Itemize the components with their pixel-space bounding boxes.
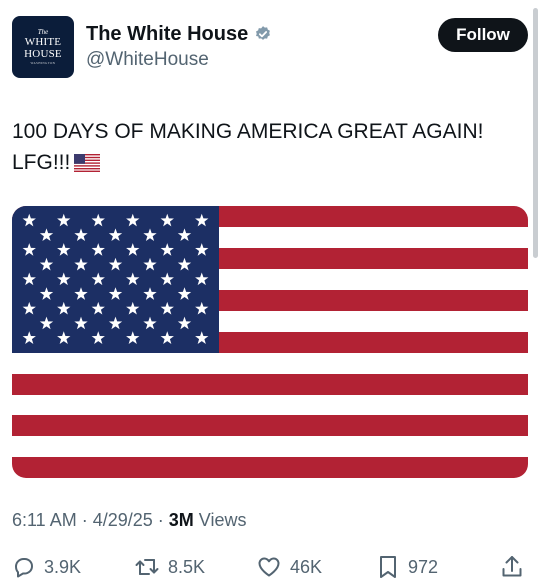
like-button[interactable]: 46K <box>256 552 322 582</box>
heart-icon <box>258 557 280 577</box>
tweet-text-line1: 100 DAYS OF MAKING AMERICA GREAT AGAIN! <box>12 120 484 143</box>
tweet-header: The WHITE HOUSE WASHINGTON The White Hou… <box>12 16 528 78</box>
verified-badge-icon <box>254 25 272 43</box>
us-flag-emoji-icon <box>74 150 101 181</box>
repost-icon <box>135 559 159 575</box>
tweet-text-line2-text: LFG!!! <box>12 151 71 174</box>
repost-button[interactable]: 8.5K <box>134 552 205 582</box>
like-count: 46K <box>290 556 323 577</box>
avatar-text-line4: WASHINGTON <box>30 61 56 65</box>
avatar-text-line3: HOUSE <box>24 48 62 60</box>
action-bar: 3.9K 8.5K 46K 972 <box>12 552 528 582</box>
american-flag-image <box>12 206 528 478</box>
display-name[interactable]: The White House <box>86 22 248 46</box>
reply-button[interactable]: 3.9K <box>12 552 81 582</box>
share-icon <box>502 556 522 577</box>
share-button[interactable] <box>500 552 532 582</box>
avatar-text-line2: WHITE <box>24 36 62 48</box>
reply-count: 3.9K <box>44 556 82 577</box>
reply-icon <box>15 558 33 578</box>
avatar[interactable]: The WHITE HOUSE WASHINGTON <box>12 16 74 78</box>
bookmark-count: 972 <box>408 556 439 577</box>
bookmark-button[interactable]: 972 <box>376 552 438 582</box>
tweet-time[interactable]: 6:11 AM <box>12 510 77 531</box>
tweet-media-flag[interactable] <box>12 206 528 478</box>
name-row: The White House <box>86 22 272 46</box>
tweet-date[interactable]: 4/29/25 <box>93 510 153 531</box>
follow-button[interactable]: Follow <box>438 18 528 52</box>
scrollbar-thumb[interactable] <box>533 8 538 258</box>
handle[interactable]: @WhiteHouse <box>86 49 209 71</box>
bookmark-icon <box>380 556 396 578</box>
tweet-text: 100 DAYS OF MAKING AMERICA GREAT AGAIN! … <box>12 116 532 181</box>
tweet-text-line2: LFG!!! <box>12 147 532 181</box>
repost-count: 8.5K <box>168 556 206 577</box>
tweet-meta: 6:11 AM · 4/29/25 · 3M Views <box>12 510 247 531</box>
views-count: 3M <box>168 510 194 530</box>
avatar-text-line1: The <box>37 28 49 36</box>
views-label: Views <box>198 510 247 530</box>
